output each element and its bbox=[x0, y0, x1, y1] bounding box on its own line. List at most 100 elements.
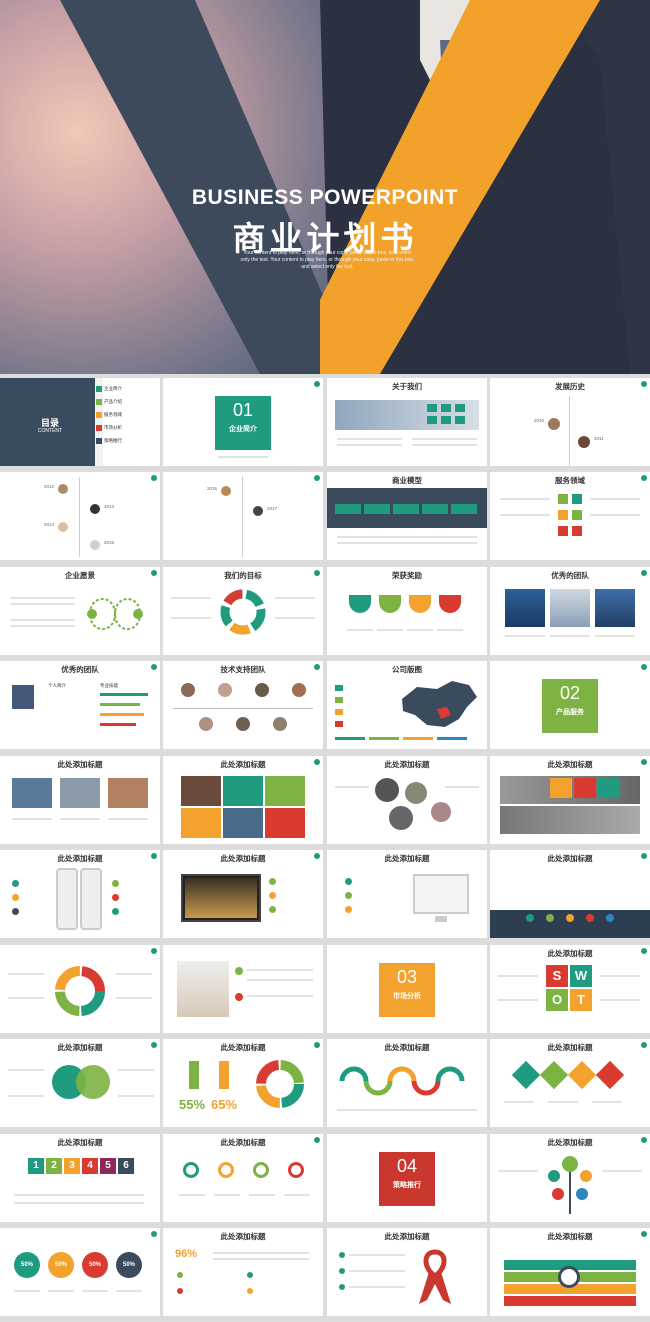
step-1: 1 bbox=[28, 1158, 44, 1174]
slide-content[interactable]: 此处添加标题 bbox=[490, 850, 650, 938]
text-line bbox=[337, 1109, 477, 1111]
slide-content[interactable]: 此处添加标题 1 2 3 4 5 6 bbox=[0, 1134, 160, 1222]
text-line bbox=[600, 975, 640, 977]
text-line bbox=[412, 444, 477, 446]
section-label: 市场分析 bbox=[393, 993, 421, 1000]
slide-content[interactable]: 此处添加标题 bbox=[490, 1039, 650, 1127]
slide-tech-team[interactable]: 技术支持团队 bbox=[163, 661, 323, 749]
text-line bbox=[284, 1194, 310, 1196]
slide-service-areas[interactable]: 服务领域 bbox=[490, 472, 650, 560]
text-line bbox=[275, 597, 315, 599]
slide-title: 此处添加标题 bbox=[220, 854, 266, 863]
slide-content[interactable]: 此处添加标题 bbox=[327, 1228, 487, 1316]
diamond-tile bbox=[567, 1060, 597, 1090]
content-circle-photo bbox=[405, 782, 427, 804]
text-line bbox=[116, 997, 152, 999]
toc-item: 市场分析 bbox=[104, 425, 122, 430]
slide-marker-icon bbox=[314, 475, 320, 481]
people-icon bbox=[427, 404, 437, 412]
slide-history-2[interactable]: 2012 2013 2014 2015 bbox=[0, 472, 160, 560]
toc-icon bbox=[96, 412, 102, 418]
slide-marker-icon bbox=[151, 475, 157, 481]
text-line bbox=[179, 1194, 205, 1196]
trophy-icon bbox=[439, 595, 461, 613]
trophy-icon bbox=[349, 595, 371, 613]
content-tile bbox=[223, 776, 263, 806]
content-photo bbox=[108, 778, 148, 808]
map-legend-icon bbox=[335, 709, 343, 715]
slide-content[interactable]: 此处添加标题 bbox=[0, 756, 160, 844]
slide-content[interactable]: 此处添加标题 bbox=[163, 756, 323, 844]
year: 2016 bbox=[207, 486, 218, 491]
feature-icon bbox=[526, 914, 534, 922]
member-avatar bbox=[181, 683, 195, 697]
slide-content[interactable] bbox=[0, 945, 160, 1033]
slide-content[interactable]: 此处添加标题 bbox=[0, 850, 160, 938]
slide-content[interactable]: 此处添加标题 bbox=[490, 1228, 650, 1316]
slide-toc[interactable]: 目录 CONTENT 企业简介 产品介绍 服务领域 市场分析 策略推行 bbox=[0, 378, 160, 466]
slide-about-us[interactable]: 关于我们 bbox=[327, 378, 487, 466]
hero-cover-slide: BUSINESS POWERPOINT 商业计划书 Your content t… bbox=[0, 0, 650, 374]
text-line bbox=[14, 1202, 144, 1204]
text-line bbox=[214, 1194, 240, 1196]
slide-section-02[interactable]: 02 产品服务 bbox=[490, 661, 650, 749]
feature-icon bbox=[12, 880, 19, 887]
text-line bbox=[8, 1095, 44, 1097]
slide-history-3[interactable]: 2016 2017 bbox=[163, 472, 323, 560]
section-label: 策略推行 bbox=[393, 1182, 421, 1189]
history-photo bbox=[58, 522, 68, 532]
toc-icon bbox=[96, 386, 102, 392]
content-tile bbox=[574, 778, 596, 798]
slide-content[interactable]: 此处添加标题 bbox=[490, 756, 650, 844]
map-bar bbox=[403, 737, 433, 740]
text-line bbox=[82, 1290, 108, 1292]
section-label: 企业简介 bbox=[229, 426, 257, 433]
feature-icon bbox=[606, 914, 614, 922]
skill-bar bbox=[100, 723, 136, 726]
text-line bbox=[500, 514, 550, 516]
slide-swot[interactable]: 此处添加标题 S W O T bbox=[490, 945, 650, 1033]
slide-team-1[interactable]: 优秀的团队 bbox=[490, 567, 650, 655]
bullet-icon bbox=[177, 1272, 183, 1278]
slide-company-map[interactable]: 公司版图 bbox=[327, 661, 487, 749]
slide-team-2[interactable]: 优秀的团队 个人简介 专业技能 bbox=[0, 661, 160, 749]
slide-content[interactable]: 此处添加标题 bbox=[327, 756, 487, 844]
slide-section-01[interactable]: 01 企业简介 bbox=[163, 378, 323, 466]
slide-content[interactable]: 此处添加标题 bbox=[490, 1134, 650, 1222]
slide-goals[interactable]: 我们的目标 bbox=[163, 567, 323, 655]
feature-icon bbox=[546, 914, 554, 922]
slide-awards[interactable]: 荣获奖励 bbox=[327, 567, 487, 655]
history-photo bbox=[253, 506, 263, 516]
member-avatar bbox=[236, 717, 250, 731]
text-line bbox=[602, 1170, 642, 1172]
slide-history[interactable]: 发展历史 2010 2011 bbox=[490, 378, 650, 466]
text-line bbox=[504, 1101, 534, 1103]
text-line bbox=[14, 1194, 144, 1196]
trophy-icon bbox=[409, 595, 431, 613]
profile-heading: 个人简介 bbox=[48, 683, 66, 688]
slide-content[interactable]: 此处添加标题 55% 65% bbox=[163, 1039, 323, 1127]
female-figure-icon bbox=[219, 1061, 229, 1089]
slide-vision[interactable]: 企业愿景 bbox=[0, 567, 160, 655]
slide-section-04[interactable]: 04 策略推行 bbox=[327, 1134, 487, 1222]
slide-content[interactable]: 此处添加标题 96% bbox=[163, 1228, 323, 1316]
bullet-icon bbox=[247, 1288, 253, 1294]
slide-title: 企业愿景 bbox=[65, 571, 95, 580]
slide-content[interactable]: 50% 50% 50% 50% bbox=[0, 1228, 160, 1316]
service-icon bbox=[235, 993, 243, 1001]
tree-leaf bbox=[580, 1170, 592, 1182]
slide-content[interactable]: 此处添加标题 bbox=[163, 850, 323, 938]
text-line bbox=[377, 629, 403, 631]
slide-title: 此处添加标题 bbox=[220, 1043, 266, 1052]
slide-section-03[interactable]: 03 市场分析 bbox=[327, 945, 487, 1033]
slide-content[interactable]: 此处添加标题 bbox=[0, 1039, 160, 1127]
center-icon bbox=[558, 1266, 580, 1288]
slide-marker-icon bbox=[151, 1231, 157, 1237]
slide-content[interactable] bbox=[163, 945, 323, 1033]
skill-bar bbox=[100, 713, 144, 716]
slide-content[interactable]: 此处添加标题 bbox=[327, 850, 487, 938]
slide-content[interactable]: 此处添加标题 bbox=[327, 1039, 487, 1127]
slide-business-model[interactable]: 商业模型 bbox=[327, 472, 487, 560]
slide-content[interactable]: 此处添加标题 bbox=[163, 1134, 323, 1222]
member-avatar bbox=[273, 717, 287, 731]
